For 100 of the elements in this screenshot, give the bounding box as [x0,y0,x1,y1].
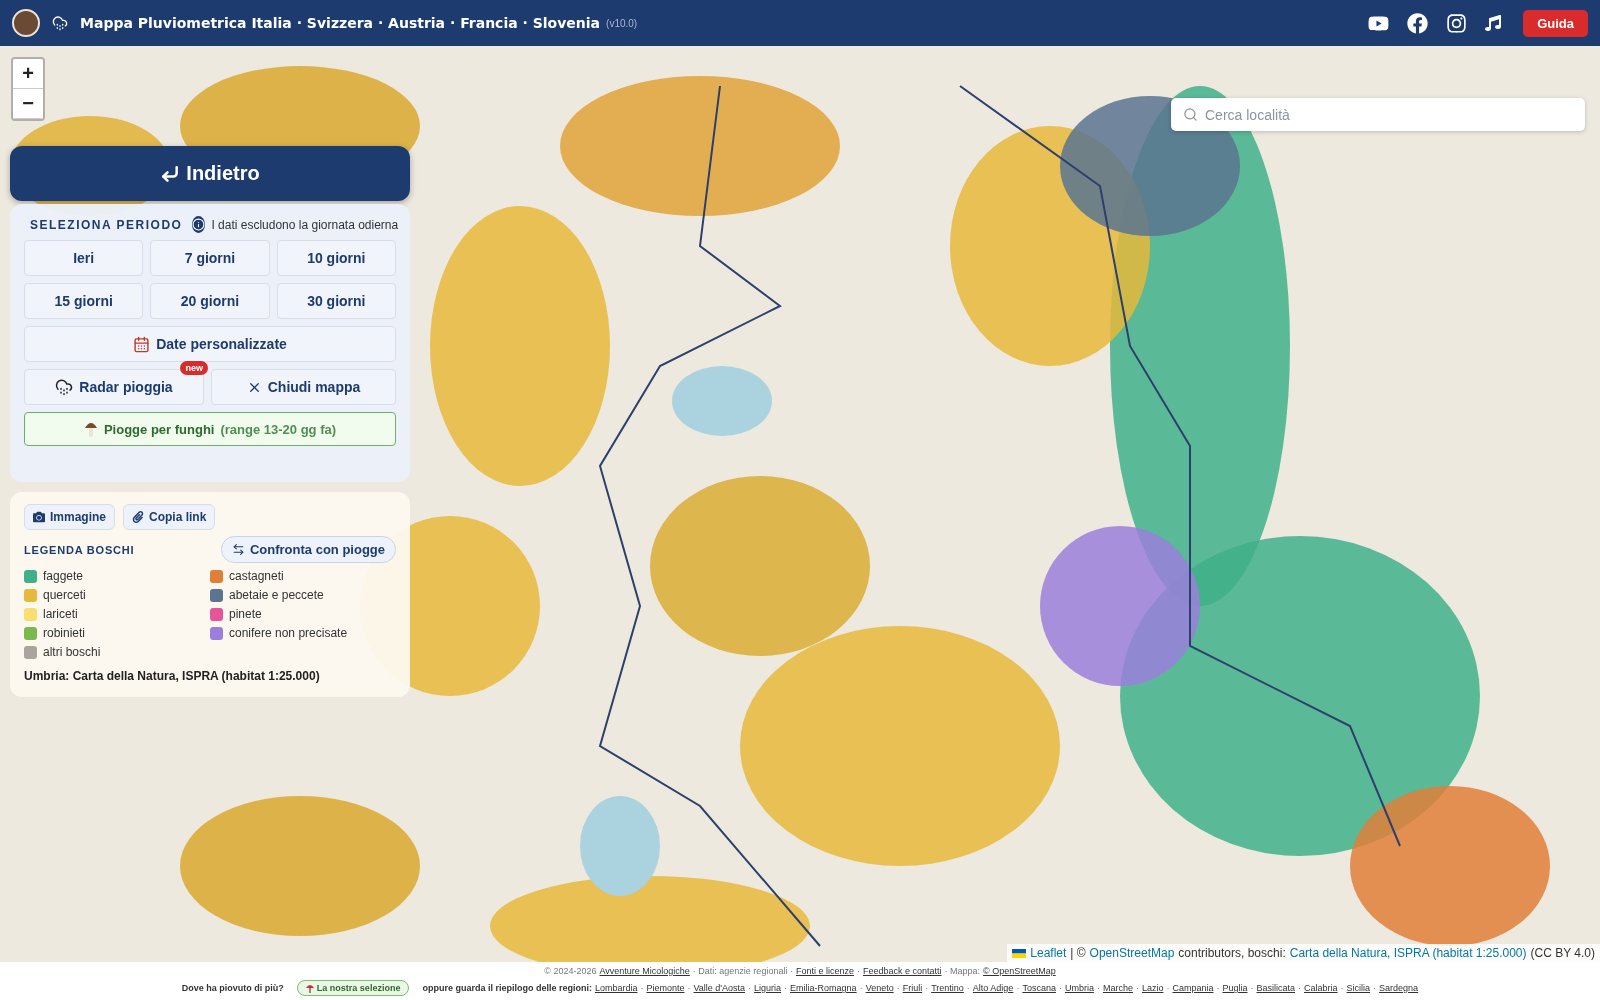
separator: · [1166,983,1170,993]
zoom-button[interactable]: − [13,89,43,119]
footer-text: © 2024-2026 [544,966,597,976]
region-link[interactable]: Alto Adige [972,983,1014,993]
attribution-link[interactable]: OpenStreetMap [1089,946,1175,960]
mushroom-icon [305,983,314,993]
search-icon [1183,107,1198,122]
separator: · [748,983,752,993]
app-title: Mappa Pluviometrica Italia · Svizzera · Austria · Francia · Slovenia [80,15,601,31]
period-note: I dati escludono la giornata odierna [211,217,399,232]
separator: · [1250,983,1254,993]
separator: · [1016,983,1020,993]
period-button[interactable]: 10 giorni [276,240,396,276]
separator: · [966,983,970,993]
separator: · [1096,983,1100,993]
legend-label: lariceti [43,607,78,621]
attribution-text: | © [1070,946,1086,960]
regions-label: oppure guarda il riepilogo delle regioni: [422,983,592,993]
mushroom-rain-button[interactable]: Piogge per funghi (range 13-20 gg fa) [24,412,396,446]
period-button[interactable]: 30 giorni [276,283,396,319]
search-field[interactable]: Cerca località [1171,98,1585,131]
swap-arrows-icon [231,543,245,556]
compare-button[interactable]: Confronta con piogge [220,536,396,563]
legend-label: pinete [229,607,262,621]
region-link[interactable]: Toscana [1022,983,1056,993]
footer-link[interactable]: Feedback e contatti [862,966,942,976]
facebook-icon[interactable] [1407,12,1429,34]
back-button[interactable]: Indietro [10,146,410,201]
selection-button[interactable]: La nostra selezione [296,980,410,996]
footer-question: Dove ha piovuto di più? [181,983,284,993]
guide-button[interactable]: Guida [1523,9,1588,37]
footer-link[interactable]: © OpenStreetMap [983,966,1056,976]
separator: · [640,983,644,993]
period-title: SELEZIONA PERIODO [30,217,183,232]
calendar-icon [133,335,151,353]
footer-text: · [856,966,860,976]
flag-icon [1012,948,1027,958]
region-link[interactable]: Sicilia [1346,983,1371,993]
region-link[interactable]: Emilia-Romagna [790,983,857,993]
region-link[interactable]: Veneto [865,983,894,993]
copy-link-button[interactable]: Copia link [123,504,216,530]
separator: · [784,983,788,993]
region-link[interactable]: Liguria [754,983,782,993]
separator: · [1298,983,1302,993]
separator: · [687,983,691,993]
separator: · [1373,983,1377,993]
legend-source: Umbria: Carta della Natura, ISPRA (habitat 1:25.000) [24,669,321,683]
paperclip-icon [132,511,144,523]
separator: · [1058,983,1062,993]
info-icon [192,216,206,233]
region-link[interactable]: Umbria [1064,983,1094,993]
instagram-icon[interactable] [1446,12,1468,34]
rain-cloud-icon [52,15,68,31]
region-link[interactable]: Lombardia [594,983,638,993]
footer-link[interactable]: Avventure Micologiche [599,966,690,976]
mushroom-icon [83,420,98,438]
legend-label: abetaie e peccete [229,588,324,602]
period-button[interactable]: 15 giorni [24,283,144,319]
attribution-text: (CC BY 4.0) [1530,946,1595,960]
separator: · [925,983,929,993]
legend-label: conifere non precisate [229,626,348,640]
period-button[interactable]: 7 giorni [150,240,270,276]
version-label: (v10.0) [606,17,638,29]
region-link[interactable]: Calabria [1304,983,1338,993]
region-link[interactable]: Valle d'Aosta [693,983,746,993]
attribution-text: contributors, boschi: [1178,946,1286,960]
period-button[interactable]: Ieri [24,240,144,276]
custom-dates-button[interactable]: Date personalizzate [24,326,396,362]
return-arrow-icon [160,163,181,184]
footer-text: · Dati: agenzie regionali · [692,966,793,976]
zoom-button[interactable]: + [13,59,43,89]
region-link[interactable]: Lazio [1141,983,1164,993]
region-link[interactable]: Trentino [931,983,964,993]
image-button[interactable]: Immagine [24,504,115,530]
separator: · [1216,983,1220,993]
attribution-link[interactable]: Leaflet [1030,946,1067,960]
region-link[interactable]: Sardegna [1379,983,1419,993]
region-link[interactable]: Marche [1102,983,1133,993]
camera-icon [33,511,45,523]
footer-link[interactable]: Fonti e licenze [795,966,854,976]
period-button[interactable]: 20 giorni [150,283,270,319]
new-badge: new [180,361,208,375]
rain-cloud-icon [55,378,74,396]
footer-text: · Mappa: [944,966,981,976]
separator: · [1135,983,1139,993]
close-map-button[interactable]: Chiudi mappa [211,369,396,405]
avatar [12,9,40,37]
region-link[interactable]: Campania [1172,983,1214,993]
legend-label: faggete [43,569,84,583]
region-link[interactable]: Puglia [1222,983,1248,993]
region-link[interactable]: Basilicata [1256,983,1296,993]
region-link[interactable]: Friuli [902,983,923,993]
separator: · [1340,983,1344,993]
region-link[interactable]: Piemonte [646,983,685,993]
separator: · [896,983,900,993]
separator: · [859,983,863,993]
legend-label: robinieti [43,626,86,640]
legend-label: querceti [43,588,86,602]
attribution-link[interactable]: Carta della Natura, ISPRA (habitat 1:25.000) [1289,946,1527,960]
music-note-icon[interactable] [1485,15,1502,31]
